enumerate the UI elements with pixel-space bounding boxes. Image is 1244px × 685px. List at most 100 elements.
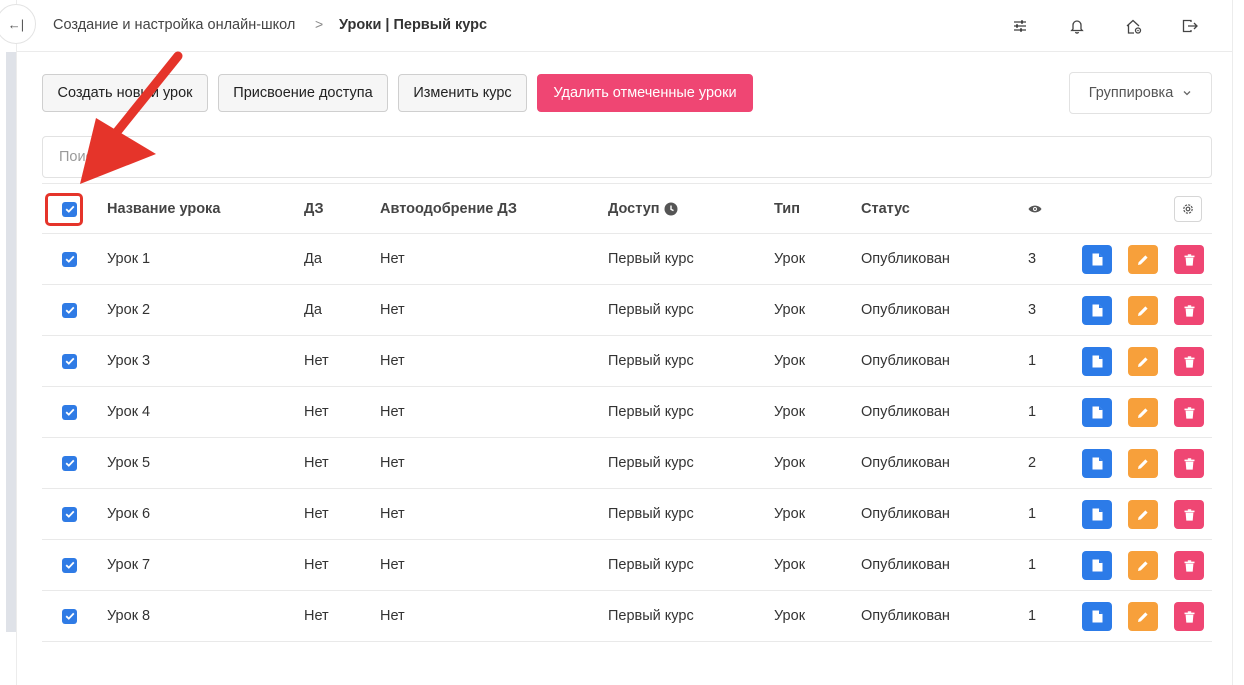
- lesson-status: Опубликован: [861, 404, 950, 420]
- edit-lesson-button[interactable]: [1128, 398, 1158, 427]
- lesson-access: Первый курс: [608, 455, 694, 471]
- lesson-name[interactable]: Урок 3: [107, 336, 150, 386]
- column-header-name[interactable]: Название урока: [107, 184, 220, 234]
- trash-icon: [1184, 355, 1194, 368]
- delete-lesson-button[interactable]: [1174, 296, 1204, 325]
- view-lesson-button[interactable]: [1082, 551, 1112, 580]
- home-settings-icon[interactable]: [1123, 15, 1145, 37]
- delete-lesson-button[interactable]: [1174, 449, 1204, 478]
- lesson-auto-approve: Нет: [380, 302, 405, 318]
- lesson-name[interactable]: Урок 2: [107, 285, 150, 335]
- view-lesson-button[interactable]: [1082, 500, 1112, 529]
- delete-selected-button[interactable]: Удалить отмеченные уроки: [537, 74, 753, 112]
- lesson-auto-approve: Нет: [380, 608, 405, 624]
- lesson-type: Урок: [774, 302, 806, 318]
- bell-icon[interactable]: [1066, 15, 1088, 37]
- delete-lesson-button[interactable]: [1174, 500, 1204, 529]
- gear-icon: [1183, 204, 1193, 214]
- table-row: Урок 4 Нет Нет Первый курс Урок Опубликован 1: [42, 387, 1212, 438]
- breadcrumb-separator: >: [315, 16, 324, 32]
- lesson-access: Первый курс: [608, 506, 694, 522]
- row-checkbox[interactable]: [62, 506, 77, 522]
- document-icon: [1092, 406, 1102, 419]
- lesson-type: Урок: [774, 404, 806, 420]
- sliders-icon[interactable]: [1009, 15, 1031, 37]
- pencil-icon: [1138, 458, 1148, 469]
- view-lesson-button[interactable]: [1082, 347, 1112, 376]
- lesson-homework: Нет: [304, 455, 329, 471]
- column-header-homework[interactable]: ДЗ: [304, 184, 324, 234]
- edit-lesson-button[interactable]: [1128, 449, 1158, 478]
- grouping-label: Группировка: [1088, 85, 1174, 101]
- document-icon: [1092, 253, 1102, 266]
- delete-lesson-button[interactable]: [1174, 347, 1204, 376]
- change-course-button[interactable]: Изменить курс: [398, 74, 527, 112]
- edit-lesson-button[interactable]: [1128, 296, 1158, 325]
- lesson-homework: Да: [304, 302, 322, 318]
- lesson-homework: Нет: [304, 404, 329, 420]
- lesson-views: 1: [1028, 506, 1037, 522]
- lesson-name[interactable]: Урок 7: [107, 540, 150, 590]
- row-checkbox[interactable]: [62, 455, 77, 471]
- lesson-status: Опубликован: [861, 353, 950, 369]
- view-lesson-button[interactable]: [1082, 398, 1112, 427]
- edit-lesson-button[interactable]: [1128, 347, 1158, 376]
- view-lesson-button[interactable]: [1082, 602, 1112, 631]
- lesson-homework: Нет: [304, 353, 329, 369]
- row-checkbox-cell: [62, 591, 78, 641]
- delete-lesson-button[interactable]: [1174, 602, 1204, 631]
- row-checkbox[interactable]: [62, 302, 77, 318]
- check-icon: [65, 255, 74, 263]
- row-checkbox[interactable]: [62, 251, 77, 267]
- trash-icon: [1184, 304, 1194, 317]
- column-header-access[interactable]: Доступ: [608, 184, 678, 234]
- view-lesson-button[interactable]: [1082, 296, 1112, 325]
- delete-lesson-button[interactable]: [1174, 245, 1204, 274]
- trash-icon: [1184, 559, 1194, 572]
- edit-lesson-button[interactable]: [1128, 551, 1158, 580]
- select-all-highlight-annotation: [45, 193, 83, 226]
- search-input[interactable]: [42, 136, 1212, 178]
- edit-lesson-button[interactable]: [1128, 500, 1158, 529]
- view-lesson-button[interactable]: [1082, 245, 1112, 274]
- row-checkbox[interactable]: [62, 557, 77, 573]
- lesson-name[interactable]: Урок 6: [107, 489, 150, 539]
- logout-icon[interactable]: [1179, 15, 1201, 37]
- row-checkbox[interactable]: [62, 608, 77, 624]
- row-checkbox[interactable]: [62, 353, 77, 369]
- delete-lesson-button[interactable]: [1174, 551, 1204, 580]
- page-scrollbar[interactable]: [1232, 0, 1244, 685]
- assign-access-button[interactable]: Присвоение доступа: [218, 74, 388, 112]
- lesson-views: 1: [1028, 608, 1037, 624]
- document-icon: [1092, 457, 1102, 470]
- lesson-type: Урок: [774, 608, 806, 624]
- lesson-auto-approve: Нет: [380, 251, 405, 267]
- eye-icon: [1028, 205, 1042, 213]
- lesson-name[interactable]: Урок 4: [107, 387, 150, 437]
- lesson-name[interactable]: Урок 8: [107, 591, 150, 641]
- edit-lesson-button[interactable]: [1128, 245, 1158, 274]
- row-checkbox[interactable]: [62, 404, 77, 420]
- trash-icon: [1184, 253, 1194, 266]
- lesson-name[interactable]: Урок 1: [107, 234, 150, 284]
- breadcrumb-parent[interactable]: Создание и настройка онлайн-школ: [53, 17, 295, 33]
- lesson-status: Опубликован: [861, 302, 950, 318]
- column-header-status[interactable]: Статус: [861, 184, 910, 234]
- row-checkbox-cell: [62, 540, 78, 590]
- lesson-auto-approve: Нет: [380, 506, 405, 522]
- column-header-auto-approve[interactable]: Автоодобрение ДЗ: [380, 184, 517, 234]
- row-checkbox-cell: [62, 438, 78, 488]
- lesson-access: Первый курс: [608, 302, 694, 318]
- lesson-homework: Да: [304, 251, 322, 267]
- edit-lesson-button[interactable]: [1128, 602, 1158, 631]
- column-header-type[interactable]: Тип: [774, 184, 800, 234]
- create-lesson-button[interactable]: Создать новый урок: [42, 74, 208, 112]
- pencil-icon: [1138, 305, 1148, 316]
- view-lesson-button[interactable]: [1082, 449, 1112, 478]
- table-settings-button[interactable]: [1174, 196, 1202, 222]
- lesson-name[interactable]: Урок 5: [107, 438, 150, 488]
- column-header-access-label: Доступ: [608, 201, 660, 217]
- grouping-dropdown[interactable]: Группировка: [1069, 72, 1212, 114]
- column-header-views[interactable]: [1028, 184, 1042, 234]
- delete-lesson-button[interactable]: [1174, 398, 1204, 427]
